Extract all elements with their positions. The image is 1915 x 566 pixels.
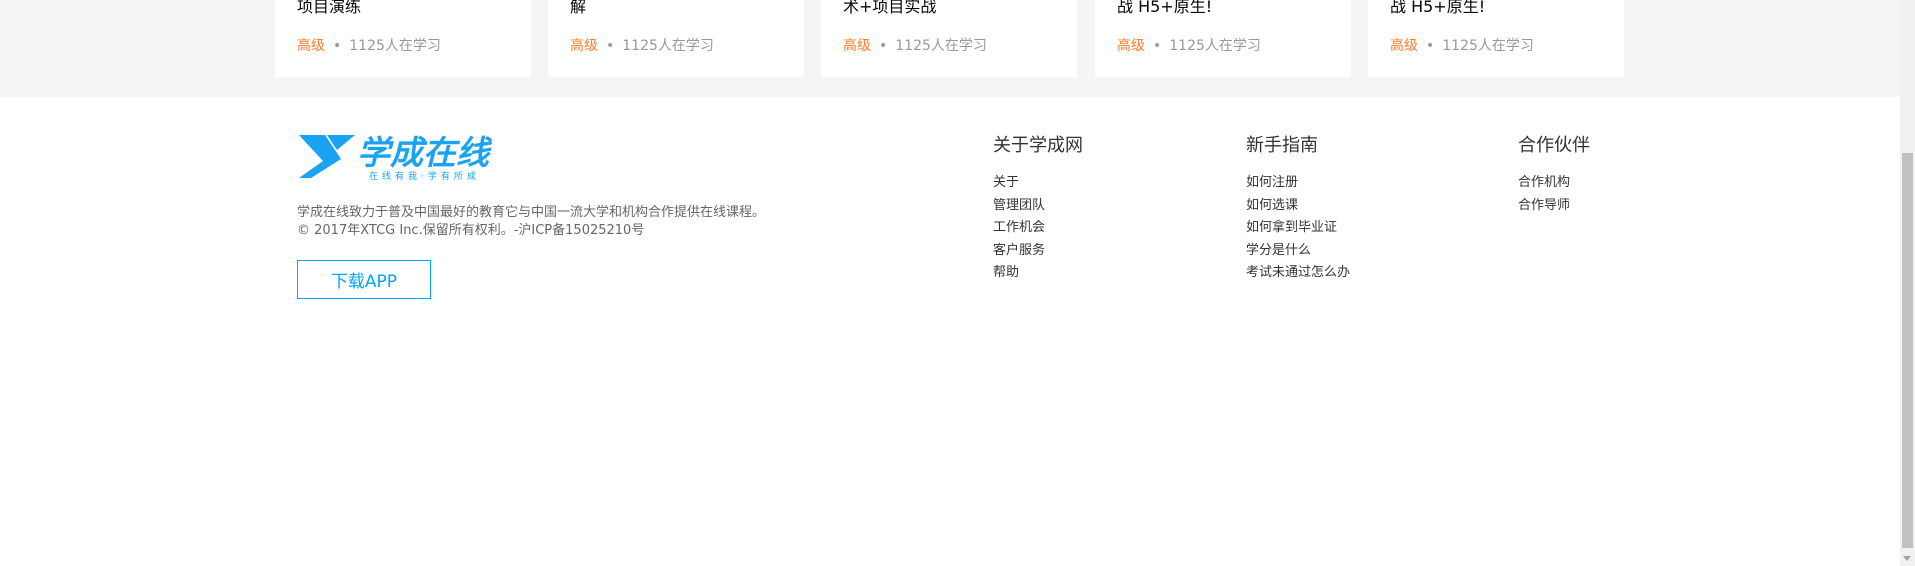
- course-title[interactable]: 战 H5+原生!: [1117, 0, 1212, 17]
- footer-link[interactable]: 帮助: [993, 262, 1083, 285]
- course-title[interactable]: 解: [570, 0, 586, 17]
- column-title: 关于学成网: [993, 135, 1083, 156]
- meta-separator: •: [333, 38, 342, 54]
- logo-text: 学成在线: [357, 133, 493, 172]
- footer-link[interactable]: 关于: [993, 172, 1083, 195]
- footer-link[interactable]: 如何注册: [1246, 172, 1350, 195]
- course-title[interactable]: 战 H5+原生!: [1390, 0, 1485, 17]
- learner-count: 1125人在学习: [1169, 38, 1261, 54]
- meta-separator: •: [879, 38, 888, 54]
- learner-count: 1125人在学习: [622, 38, 714, 54]
- course-card[interactable]: 术+项目实战 高级 • 1125人在学习: [821, 0, 1077, 77]
- course-meta: 高级 • 1125人在学习: [843, 35, 987, 55]
- footer-column-partners: 合作伙伴 合作机构 合作导师: [1518, 131, 1590, 217]
- footer-link[interactable]: 合作导师: [1518, 195, 1590, 218]
- meta-separator: •: [606, 38, 615, 54]
- link-list: 关于 管理团队 工作机会 客户服务 帮助: [993, 172, 1083, 285]
- footer-link[interactable]: 学分是什么: [1246, 240, 1350, 263]
- site-footer: 学成在线 在线有我·学有所成 学成在线致力于普及中国最好的教育它与中国一流大学和…: [0, 97, 1900, 566]
- course-meta: 高级 • 1125人在学习: [297, 35, 441, 55]
- course-level: 高级: [297, 38, 325, 54]
- footer-link[interactable]: 考试未通过怎么办: [1246, 262, 1350, 285]
- link-list: 如何注册 如何选课 如何拿到毕业证 学分是什么 考试未通过怎么办: [1246, 172, 1350, 285]
- column-title: 新手指南: [1246, 135, 1318, 156]
- course-card[interactable]: 项目演练 高级 • 1125人在学习: [275, 0, 531, 77]
- footer-link[interactable]: 如何选课: [1246, 195, 1350, 218]
- meta-separator: •: [1153, 38, 1162, 54]
- meta-separator: •: [1426, 38, 1435, 54]
- course-meta: 高级 • 1125人在学习: [1390, 35, 1534, 55]
- logo-mark: [299, 135, 355, 178]
- footer-column-about: 关于学成网 关于 管理团队 工作机会 客户服务 帮助: [993, 131, 1083, 285]
- xuecheng-logo[interactable]: 学成在线 在线有我·学有所成: [297, 132, 517, 182]
- download-app-button[interactable]: 下载APP: [297, 260, 431, 299]
- intro-text: 学成在线致力于普及中国最好的教育它与中国一流大学和机构合作提供在线课程。: [297, 205, 766, 220]
- course-list-band: 项目演练 高级 • 1125人在学习 解 高级 • 1125人在学习 术+项目实战 高级…: [0, 0, 1900, 97]
- scrollbar-thumb[interactable]: [1902, 153, 1913, 548]
- course-level: 高级: [570, 38, 598, 54]
- logo-slogan: 在线有我·学有所成: [369, 170, 480, 182]
- footer-link[interactable]: 管理团队: [993, 195, 1083, 218]
- course-level: 高级: [1390, 38, 1418, 54]
- learner-count: 1125人在学习: [349, 38, 441, 54]
- course-card[interactable]: 解 高级 • 1125人在学习: [548, 0, 804, 77]
- course-title[interactable]: 术+项目实战: [843, 0, 936, 17]
- course-level: 高级: [1117, 38, 1145, 54]
- link-list: 合作机构 合作导师: [1518, 172, 1590, 217]
- vertical-scrollbar[interactable]: [1900, 0, 1915, 566]
- course-card[interactable]: 战 H5+原生! 高级 • 1125人在学习: [1368, 0, 1624, 77]
- copyright-text: © 2017年XTCG Inc.保留所有权利。-沪ICP备15025210号: [297, 223, 645, 238]
- course-meta: 高级 • 1125人在学习: [1117, 35, 1261, 55]
- footer-link[interactable]: 合作机构: [1518, 172, 1590, 195]
- course-card[interactable]: 战 H5+原生! 高级 • 1125人在学习: [1095, 0, 1351, 77]
- course-title[interactable]: 项目演练: [297, 0, 361, 17]
- scroll-down-arrow-icon[interactable]: [1903, 556, 1911, 561]
- footer-description: 学成在线致力于普及中国最好的教育它与中国一流大学和机构合作提供在线课程。 © 2…: [297, 204, 765, 240]
- footer-link[interactable]: 客户服务: [993, 240, 1083, 263]
- column-title: 合作伙伴: [1518, 135, 1590, 156]
- course-meta: 高级 • 1125人在学习: [570, 35, 714, 55]
- footer-link[interactable]: 工作机会: [993, 217, 1083, 240]
- learner-count: 1125人在学习: [1442, 38, 1534, 54]
- learner-count: 1125人在学习: [895, 38, 987, 54]
- footer-link[interactable]: 如何拿到毕业证: [1246, 217, 1350, 240]
- footer-column-guide: 新手指南 如何注册 如何选课 如何拿到毕业证 学分是什么 考试未通过怎么办: [1246, 131, 1350, 285]
- course-level: 高级: [843, 38, 871, 54]
